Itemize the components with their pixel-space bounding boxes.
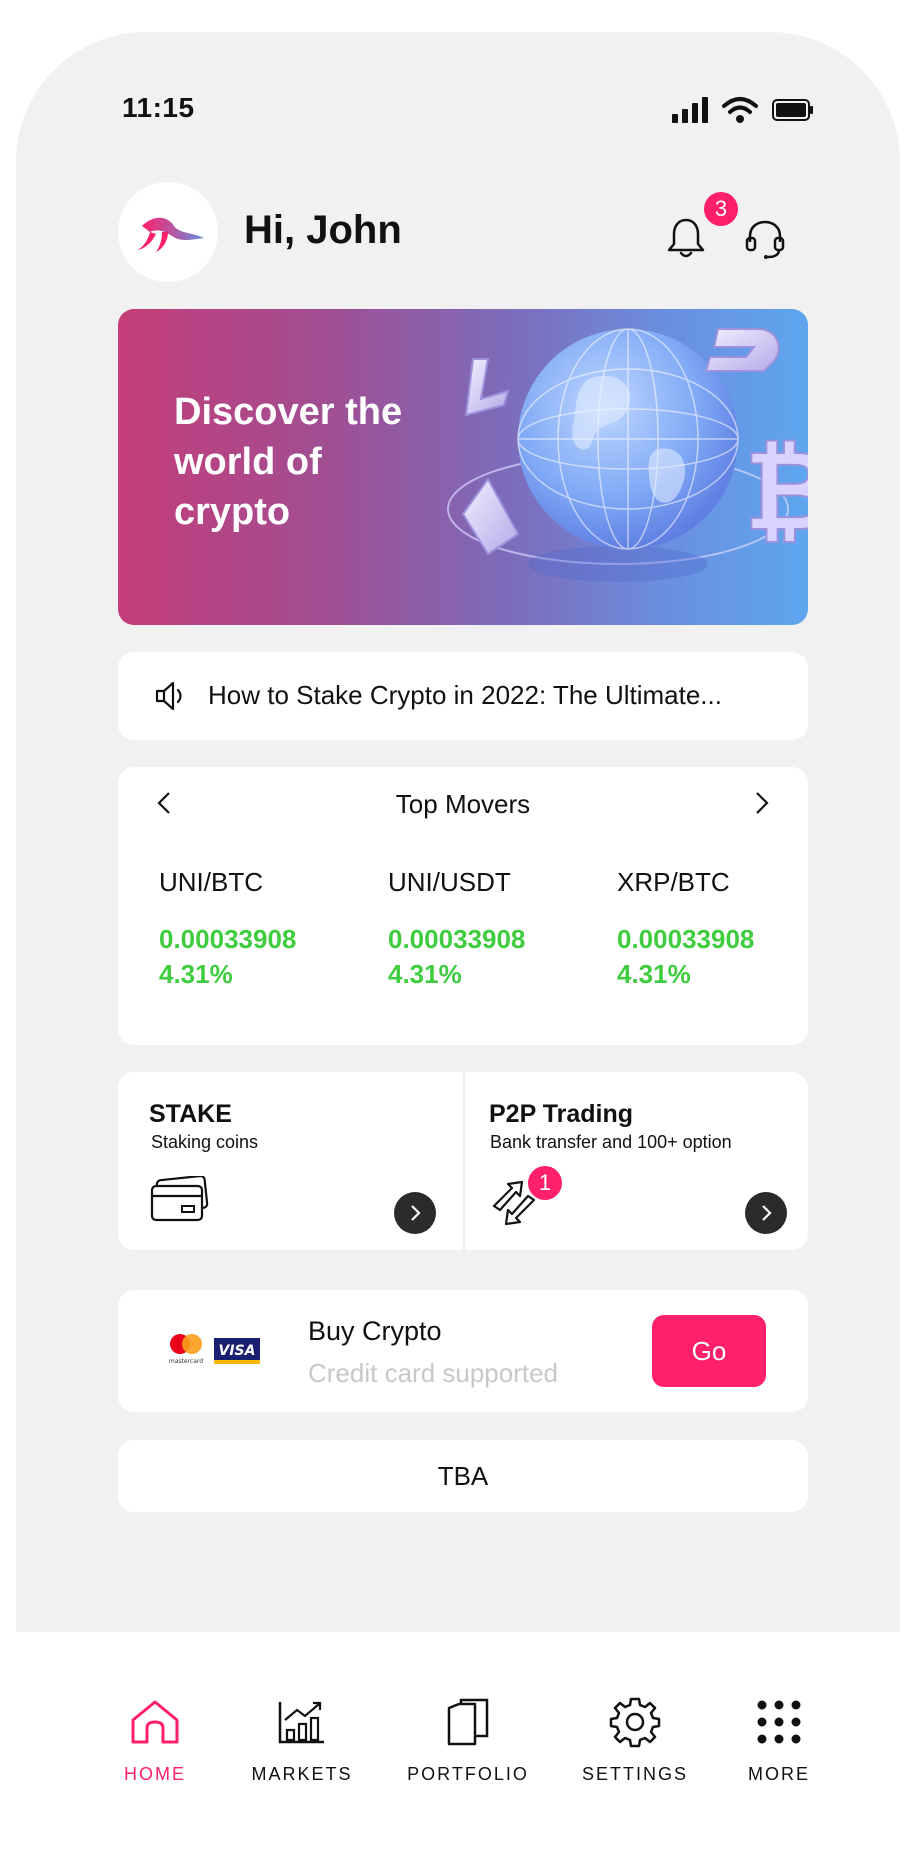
mastercard-logo: mastercard bbox=[169, 1334, 203, 1365]
p2p-arrow-button[interactable] bbox=[745, 1192, 787, 1234]
stake-title: STAKE bbox=[149, 1100, 232, 1128]
news-headline: How to Stake Crypto in 2022: The Ultimat… bbox=[208, 680, 722, 710]
promo-banner[interactable]: Discover the world of crypto ₿ bbox=[118, 309, 808, 625]
nav-more[interactable]: MORE bbox=[699, 1692, 859, 1785]
nav-markets[interactable]: MARKETS bbox=[222, 1692, 382, 1785]
visa-logo: VISA bbox=[214, 1338, 260, 1364]
tba-card[interactable]: TBA bbox=[118, 1440, 808, 1512]
svg-text:₿: ₿ bbox=[744, 427, 808, 555]
mover-item[interactable]: XRP/BTC 0.00033908 4.31% bbox=[617, 867, 817, 990]
credit-card-icon bbox=[150, 1176, 209, 1222]
nav-label: SETTINGS bbox=[581, 1764, 688, 1784]
top-movers-card: Top Movers UNI/BTC 0.00033908 4.31% UNI/… bbox=[118, 767, 808, 1045]
mover-change: 4.31% bbox=[388, 959, 462, 989]
actions-card: STAKE Staking coins P2P Trading Bank tra… bbox=[118, 1072, 808, 1250]
visa-text: VISA bbox=[219, 1343, 256, 1359]
nav-portfolio[interactable]: PORTFOLIO bbox=[388, 1692, 548, 1785]
headset-icon[interactable] bbox=[744, 218, 786, 260]
nav-label: HOME bbox=[124, 1764, 186, 1784]
greeting: Hi, John bbox=[244, 208, 402, 252]
more-icon bbox=[757, 1700, 801, 1744]
nav-home[interactable]: HOME bbox=[75, 1692, 235, 1785]
mover-item[interactable]: UNI/BTC 0.00033908 4.31% bbox=[159, 867, 359, 990]
gear-icon bbox=[609, 1697, 661, 1748]
mover-price: 0.00033908 bbox=[617, 924, 755, 954]
mover-pair: XRP/BTC bbox=[617, 867, 730, 897]
stake-arrow-button[interactable] bbox=[394, 1192, 436, 1234]
buy-title: Buy Crypto bbox=[308, 1316, 442, 1346]
status-time: 11:15 bbox=[122, 92, 195, 123]
mover-item[interactable]: UNI/USDT 0.00033908 4.31% bbox=[388, 867, 588, 990]
top-movers-title: Top Movers bbox=[395, 789, 531, 819]
chart-icon bbox=[278, 1701, 324, 1744]
status-bar: 11:15 bbox=[0, 0, 916, 150]
nav-label: PORTFOLIO bbox=[407, 1764, 529, 1784]
tba-label: TBA bbox=[437, 1460, 489, 1491]
p2p-subtitle: Bank transfer and 100+ option bbox=[490, 1132, 732, 1152]
logo-icon bbox=[138, 217, 204, 252]
mastercard-text: mastercard bbox=[169, 1358, 203, 1365]
avatar[interactable] bbox=[118, 182, 218, 282]
home-icon bbox=[131, 1700, 179, 1744]
p2p-badge: 1 bbox=[528, 1166, 562, 1200]
mover-change: 4.31% bbox=[159, 959, 233, 989]
mover-pair: UNI/BTC bbox=[159, 867, 263, 897]
divider bbox=[463, 1072, 465, 1250]
p2p-title: P2P Trading bbox=[489, 1100, 634, 1128]
buy-subtitle: Credit card supported bbox=[308, 1358, 559, 1388]
speaker-icon bbox=[155, 681, 182, 711]
signal-icon bbox=[672, 97, 708, 123]
mover-change: 4.31% bbox=[617, 959, 691, 989]
status-icons bbox=[672, 96, 814, 124]
mover-pair: UNI/USDT bbox=[388, 867, 511, 897]
mover-price: 0.00033908 bbox=[388, 924, 526, 954]
bell-icon[interactable] bbox=[666, 216, 706, 260]
notification-badge: 3 bbox=[704, 192, 738, 226]
portfolio-icon bbox=[447, 1698, 489, 1746]
chevron-right-icon bbox=[762, 1205, 772, 1221]
crypto-globe-illustration: ₿ bbox=[447, 328, 808, 582]
bottom-nav: HOME MARKETS PORTFOLIO SETTINGS MORE bbox=[0, 1632, 916, 1864]
chevron-right-icon[interactable] bbox=[754, 791, 770, 815]
chevron-right-icon bbox=[411, 1205, 421, 1221]
mover-price: 0.00033908 bbox=[159, 924, 297, 954]
battery-icon bbox=[772, 99, 813, 121]
stake-subtitle: Staking coins bbox=[151, 1132, 259, 1152]
buy-crypto-card[interactable]: mastercard VISA Buy Crypto Credit card s… bbox=[118, 1290, 808, 1412]
nav-settings[interactable]: SETTINGS bbox=[555, 1692, 715, 1785]
header: Hi, John 3 bbox=[118, 182, 808, 282]
nav-label: MARKETS bbox=[251, 1764, 353, 1784]
news-ticker[interactable]: How to Stake Crypto in 2022: The Ultimat… bbox=[118, 652, 808, 740]
nav-label: MORE bbox=[748, 1764, 810, 1784]
go-button[interactable]: Go bbox=[652, 1315, 766, 1387]
wifi-icon bbox=[722, 97, 758, 123]
